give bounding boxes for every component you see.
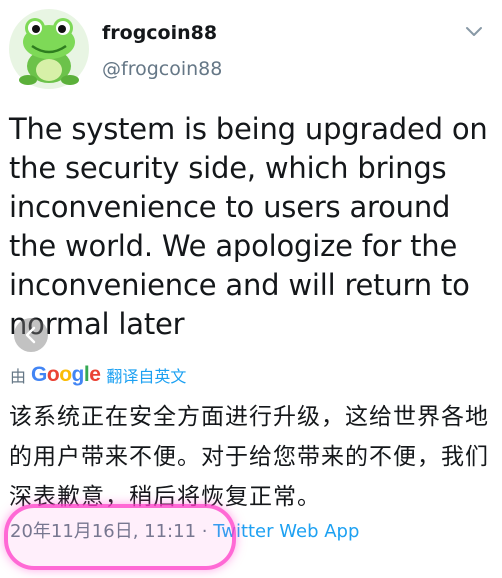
translated-text: 该系统正在安全方面进行升级，这给世界各地的用户带来不便。对于给您带来的不便，我们… bbox=[9, 404, 489, 510]
chevron-down-icon[interactable] bbox=[462, 22, 486, 42]
avatar[interactable] bbox=[8, 8, 90, 90]
translation-attribution: 由 Google 翻译自英文 bbox=[10, 362, 186, 388]
highlight-circle-annotation bbox=[4, 504, 236, 570]
tweet-text: The system is being upgraded on the secu… bbox=[9, 112, 488, 341]
google-logo: Google bbox=[31, 363, 101, 386]
user-handle[interactable]: @frogcoin88 bbox=[102, 58, 222, 80]
translate-source-link[interactable]: 翻译自英文 bbox=[106, 363, 186, 387]
back-button[interactable] bbox=[14, 318, 48, 352]
frog-avatar-icon bbox=[9, 9, 89, 89]
translated-by-label: 由 bbox=[10, 367, 27, 386]
display-name[interactable]: frogcoin88 bbox=[102, 22, 217, 44]
chevron-left-icon bbox=[25, 326, 36, 344]
